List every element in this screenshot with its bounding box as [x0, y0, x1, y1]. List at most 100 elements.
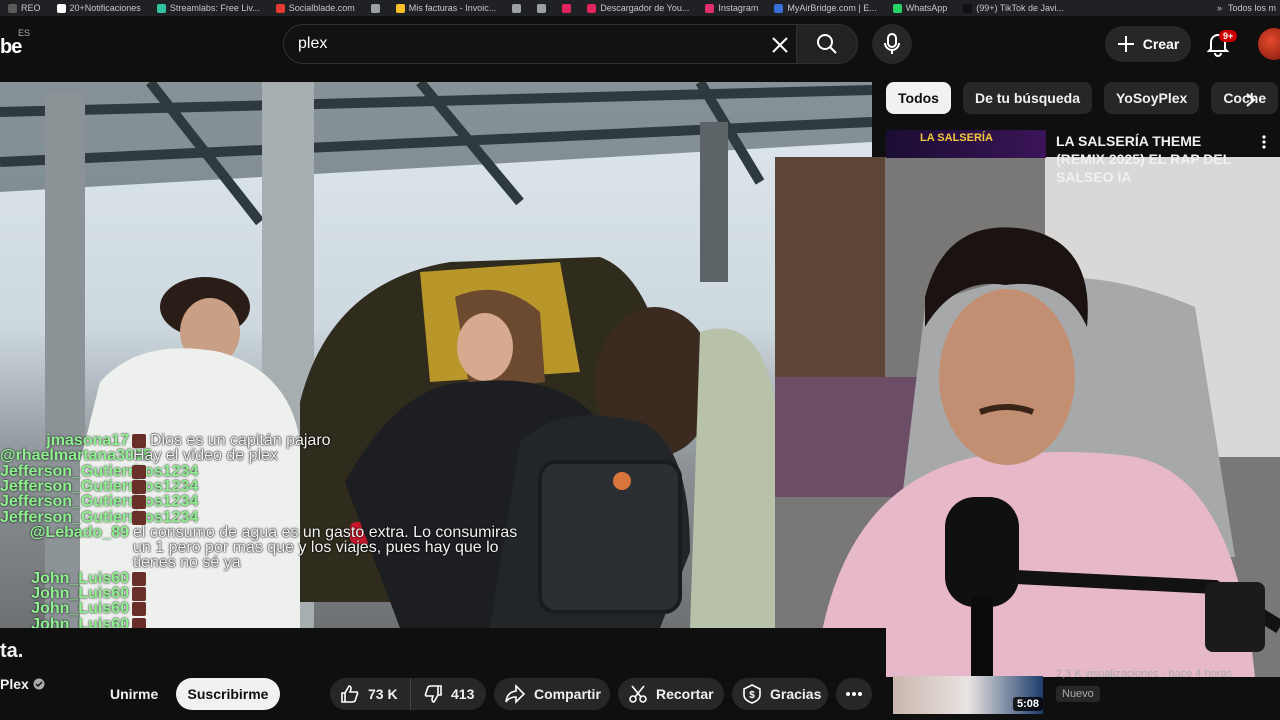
channel-name[interactable]: Plex: [0, 676, 45, 692]
country-code: ES: [18, 28, 31, 38]
youtube-logo[interactable]: be: [0, 36, 22, 59]
bookmarks-bar: REO 20+Notificaciones Streamlabs: Free Liv…: [0, 0, 1280, 16]
bookmark-label: REO: [21, 3, 41, 13]
bookmark-favicon-icon: [8, 3, 17, 13]
chat-emote-icon: [132, 464, 146, 479]
bookmark-label: MyAirBridge.com | E...: [787, 3, 877, 13]
microphone-icon: [884, 33, 900, 54]
bookmark-item[interactable]: [363, 3, 388, 13]
thumbnail-text: LA SALSERÍA: [920, 132, 993, 144]
create-label: Crear: [1142, 36, 1180, 52]
video-player[interactable]: jmasona17 Dios es un capitán pajaro @rhael…: [0, 82, 872, 628]
bookmark-item[interactable]: [529, 3, 554, 13]
chat-username: John_Luis60: [31, 615, 129, 628]
close-icon: [772, 37, 788, 53]
chip-2[interactable]: YoSoyPlex: [1103, 82, 1200, 114]
bookmark-favicon-icon: [705, 3, 715, 13]
bookmark-item[interactable]: Instagram: [697, 3, 766, 13]
more-vert-icon[interactable]: [1256, 134, 1272, 150]
bookmark-favicon-icon: [56, 3, 66, 13]
thumbs-down-icon: [424, 685, 442, 703]
bookmark-label: (99+) TikTok de Javi...: [976, 3, 1065, 13]
dislike-count: 413: [451, 686, 475, 702]
join-label: Unirme: [110, 686, 159, 702]
share-button[interactable]: Compartir: [494, 678, 610, 710]
bookmarks-right: » Todos los m: [1216, 0, 1280, 16]
recommendation-title[interactable]: LA SALSERÍA THEME (REMIX 2025) EL RAP DE…: [1056, 132, 1246, 186]
bookmark-item[interactable]: Socialblade.com: [268, 3, 363, 13]
all-bookmarks-button[interactable]: Todos los m: [1228, 3, 1276, 13]
recommendation-meta: 2,3 K visualizaciones · hace 4 horas: [1056, 668, 1233, 680]
clear-search-button[interactable]: [766, 33, 794, 57]
chat-emote-icon: [132, 617, 146, 628]
subscribe-label: Suscribirme: [187, 686, 269, 702]
join-button[interactable]: Unirme: [96, 678, 176, 710]
bookmark-item[interactable]: [504, 3, 529, 13]
chat-emote-icon: [132, 479, 146, 494]
bookmark-label: WhatsApp: [905, 3, 948, 13]
bookmark-item[interactable]: [554, 3, 579, 13]
bookmark-item[interactable]: MyAirBridge.com | E...: [766, 3, 884, 13]
stream-chat-overlay: jmasona17 Dios es un capitán pajaro @rhael…: [0, 432, 517, 628]
chat-emote-icon: [132, 587, 146, 601]
svg-text:$: $: [749, 690, 755, 701]
bookmark-favicon-icon: [156, 3, 166, 13]
bookmark-favicon-icon: [587, 3, 597, 13]
bookmark-favicon-icon: [275, 3, 285, 13]
clip-label: Recortar: [656, 686, 714, 702]
bookmark-item[interactable]: Streamlabs: Free Liv...: [149, 3, 268, 13]
thanks-label: Gracias: [770, 686, 822, 702]
bookmark-item[interactable]: (99+) TikTok de Javi...: [955, 3, 1072, 13]
bookmark-item[interactable]: 20+Notificaciones: [49, 3, 149, 13]
chat-text: tienes no sé ya: [133, 554, 241, 572]
bookmarks-overflow-button[interactable]: »: [1217, 3, 1222, 13]
chat-emote-icon: [132, 510, 146, 525]
bookmark-item[interactable]: Mis facturas - Invoic...: [388, 3, 505, 13]
bookmark-favicon-icon: [512, 3, 522, 13]
filter-chips: Todos De tu búsqueda YoSoyPlex Coche: [886, 82, 1279, 114]
bookmark-favicon-icon: [774, 3, 784, 13]
search-icon: [817, 34, 837, 54]
dislike-button[interactable]: 413: [410, 678, 486, 710]
more-actions-button[interactable]: [836, 678, 872, 710]
thumbs-up-icon: [341, 685, 359, 703]
notifications-badge: 9+: [1219, 30, 1238, 42]
youtube-header: be ES plex Crear 9+: [0, 16, 1280, 72]
chat-emote-icon: [132, 571, 146, 586]
voice-search-button[interactable]: [872, 24, 912, 64]
thanks-dollar-icon: $: [743, 684, 761, 704]
create-button[interactable]: Crear: [1105, 26, 1191, 62]
share-icon: [505, 684, 526, 704]
bookmark-item[interactable]: Descargador de You...: [579, 3, 697, 13]
streamer-webcam: [775, 157, 1280, 677]
bookmark-item[interactable]: WhatsApp: [885, 3, 956, 13]
chip-0[interactable]: Todos: [886, 82, 951, 114]
chevron-right-icon: [1246, 93, 1256, 107]
search-button[interactable]: [796, 24, 858, 64]
bookmark-favicon-icon: [395, 3, 405, 13]
clip-button[interactable]: Recortar: [618, 678, 724, 710]
video-duration: 5:08: [1013, 697, 1044, 711]
more-horiz-icon: [846, 692, 862, 696]
bookmark-item[interactable]: REO: [0, 3, 49, 13]
chips-next-button[interactable]: [1236, 86, 1264, 114]
chip-1[interactable]: De tu búsqueda: [962, 82, 1092, 114]
account-avatar[interactable]: [1258, 28, 1280, 60]
thanks-button[interactable]: $ Gracias: [732, 678, 828, 710]
share-label: Compartir: [534, 686, 601, 702]
search-input[interactable]: plex: [283, 24, 803, 64]
webcam-scene: [775, 157, 1280, 677]
bookmark-label: 20+Notificaciones: [69, 3, 141, 13]
chat-emote-icon: [132, 434, 146, 448]
bookmark-favicon-icon: [963, 3, 973, 13]
subscribe-button[interactable]: Suscribirme: [176, 678, 280, 710]
channel-label: Plex: [0, 676, 29, 692]
bookmark-favicon-icon: [537, 3, 547, 13]
plus-icon: [1117, 36, 1134, 52]
recommendation-thumbnail[interactable]: LA SALSERÍA: [886, 130, 1046, 158]
bookmark-favicon-icon: [562, 3, 572, 13]
bookmark-label: Socialblade.com: [288, 3, 355, 13]
bookmark-label: Descargador de You...: [600, 3, 690, 13]
new-badge: Nuevo: [1056, 686, 1100, 702]
like-button[interactable]: 73 K: [330, 678, 410, 710]
